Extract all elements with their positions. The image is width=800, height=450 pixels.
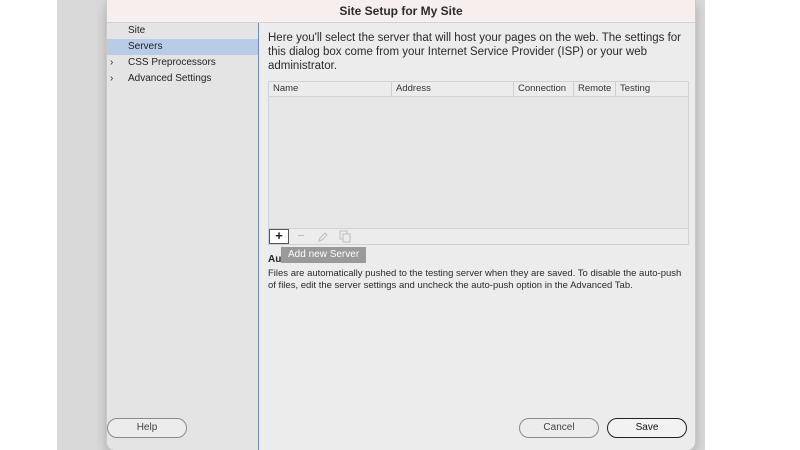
chevron-right-icon[interactable]: ›: [110, 55, 113, 71]
servers-panel: Here you'll select the server that will …: [259, 23, 695, 450]
column-header-remote[interactable]: Remote: [573, 82, 616, 96]
table-toolbar: + −: [268, 228, 689, 245]
duplicate-icon[interactable]: [335, 229, 355, 244]
sidebar-item-css-preprocessors[interactable]: › CSS Preprocessors: [107, 55, 258, 71]
sidebar-item-label: Site: [128, 25, 146, 36]
sidebar-item-label: Advanced Settings: [128, 73, 212, 84]
save-button[interactable]: Save: [607, 418, 687, 438]
column-header-name[interactable]: Name: [269, 82, 391, 96]
autopush-heading: Au: [268, 254, 282, 265]
remove-server-button[interactable]: −: [291, 229, 311, 244]
column-header-connection[interactable]: Connection: [513, 82, 574, 96]
help-button[interactable]: Help: [107, 418, 187, 438]
pencil-icon[interactable]: [313, 229, 333, 244]
sidebar-item-advanced-settings[interactable]: › Advanced Settings: [107, 71, 258, 87]
intro-text: Here you'll select the server that will …: [268, 32, 682, 72]
desktop-background: [0, 0, 57, 450]
sidebar: Site Servers › CSS Preprocessors › Advan…: [107, 23, 259, 450]
sidebar-item-site[interactable]: Site: [107, 23, 258, 39]
chevron-right-icon[interactable]: ›: [110, 71, 113, 87]
site-setup-dialog: Site Setup for My Site Site Servers › CS…: [107, 0, 695, 450]
dialog-title: Site Setup for My Site: [107, 0, 695, 23]
sidebar-item-label: CSS Preprocessors: [128, 57, 216, 68]
sidebar-item-label: Servers: [128, 41, 163, 52]
column-header-testing[interactable]: Testing: [615, 82, 660, 96]
sidebar-item-servers[interactable]: Servers: [107, 39, 258, 55]
servers-table[interactable]: Name Address Connection Remote Testing: [268, 81, 689, 244]
cancel-button[interactable]: Cancel: [519, 418, 599, 438]
table-header: Name Address Connection Remote Testing: [269, 82, 688, 97]
add-server-button[interactable]: +: [269, 229, 289, 244]
column-header-address[interactable]: Address: [391, 82, 514, 96]
tooltip: Add new Server: [281, 247, 367, 263]
autopush-description: Files are automatically pushed to the te…: [268, 268, 682, 291]
